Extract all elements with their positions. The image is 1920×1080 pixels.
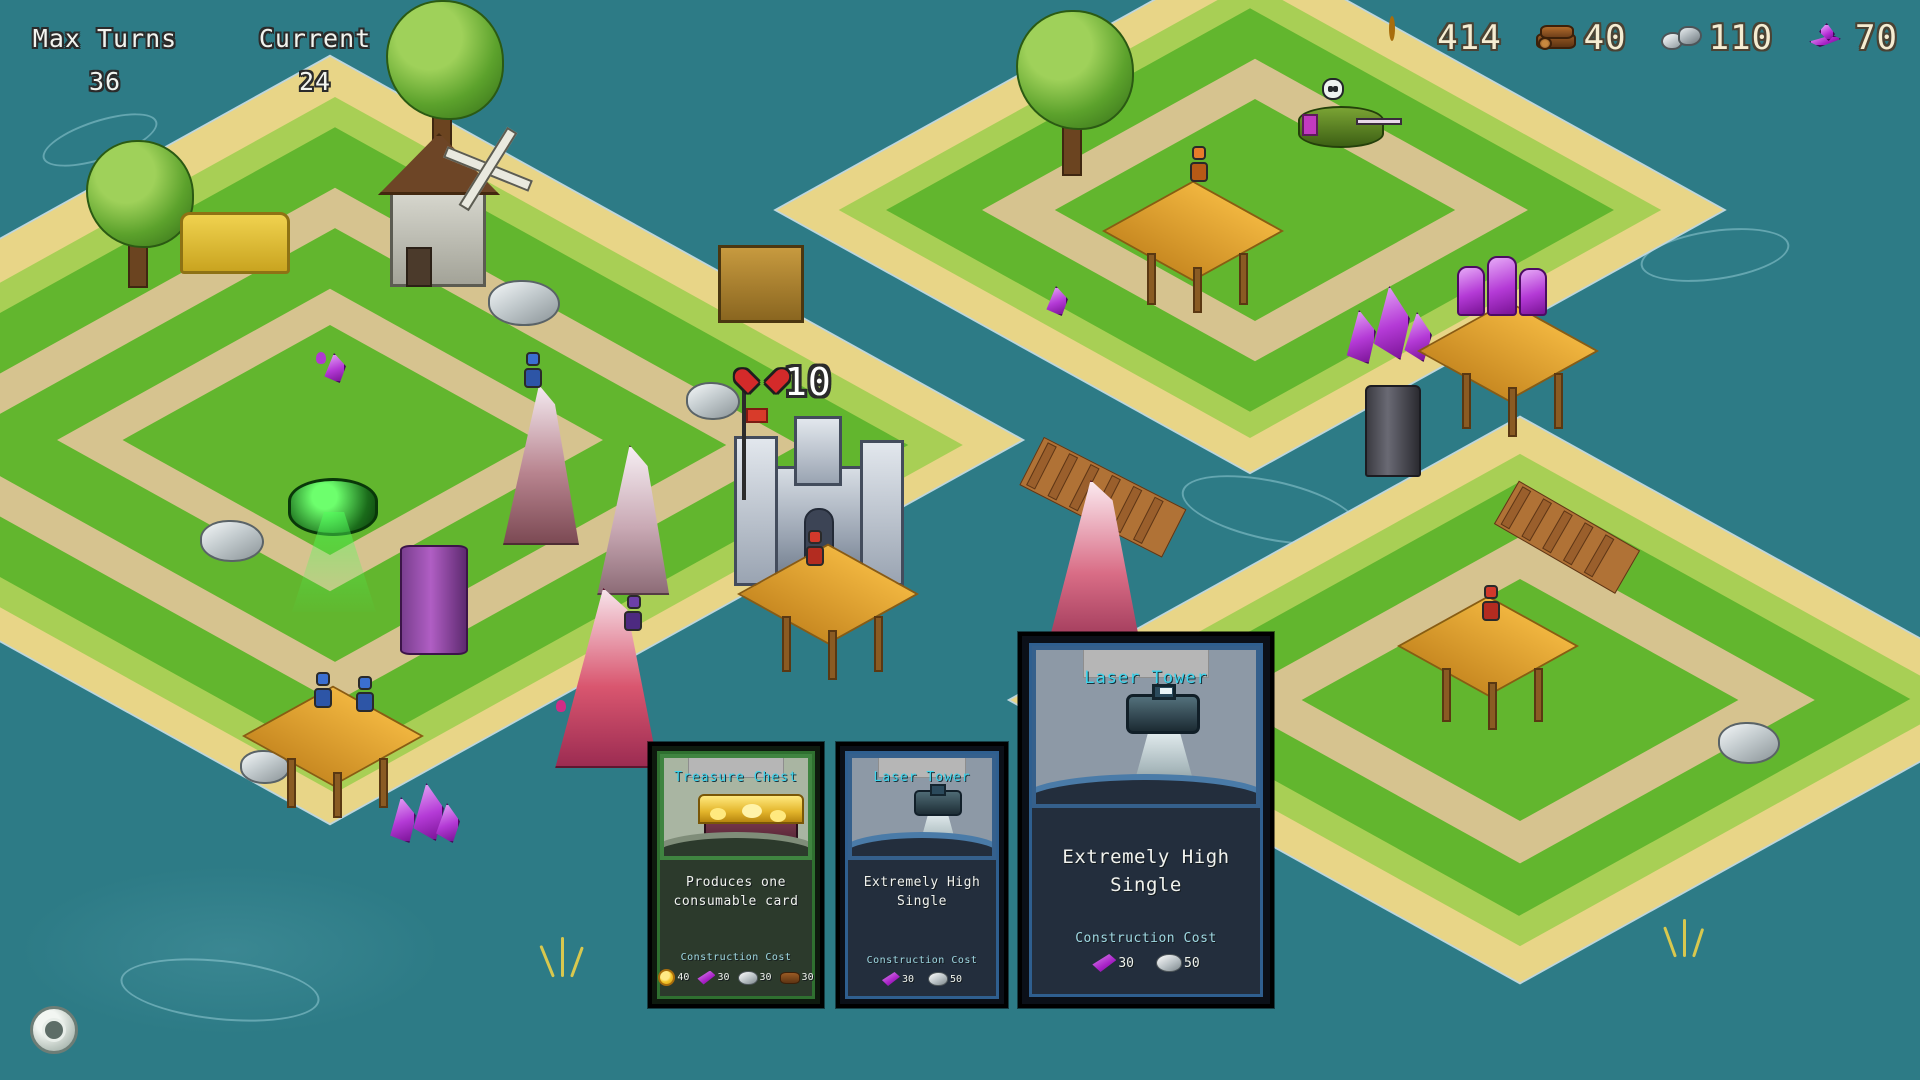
- castle-flag: [746, 408, 768, 423]
- crystal-deposit[interactable]: [1340, 280, 1436, 370]
- island-right-lower: [1010, 350, 1920, 1080]
- card-desc-line: Extremely High: [863, 875, 981, 890]
- player-unit-orange[interactable]: [1186, 146, 1216, 190]
- max-turns-value: 36: [88, 67, 122, 96]
- settings-button[interactable]: [18, 994, 90, 1066]
- skull-tank-unit[interactable]: [1290, 78, 1402, 154]
- cost-value: 30: [717, 972, 730, 983]
- flower: [316, 352, 326, 364]
- market-stall[interactable]: [242, 680, 424, 818]
- rock: [200, 520, 264, 562]
- resource-crystal-value: 70: [1855, 18, 1898, 58]
- grass-tuft: [1663, 915, 1705, 958]
- max-turns: Max Turns 36: [0, 24, 210, 96]
- player-unit-blue[interactable]: [520, 352, 550, 396]
- player-unit-red[interactable]: [1478, 585, 1508, 629]
- market-stall[interactable]: [1102, 175, 1284, 313]
- resource-wood: 40: [1535, 18, 1627, 58]
- card-cost-label: Construction Cost: [866, 955, 978, 966]
- market-stall[interactable]: [737, 538, 919, 680]
- resource-bar: 414 40 110 70: [1389, 16, 1898, 58]
- cost-gold: 40: [658, 969, 689, 986]
- card-treasure-chest[interactable]: Treasure Chest Produces one consumable c…: [648, 742, 824, 1008]
- current-turn-label: Current: [258, 24, 372, 53]
- card-desc-line: Produces one: [686, 875, 786, 890]
- windmill-building[interactable]: [360, 125, 533, 295]
- cost-value: 30: [1118, 955, 1134, 971]
- cost-value: 50: [950, 973, 963, 985]
- crystal-bundle[interactable]: [1455, 250, 1555, 322]
- gold-coin-icon: [1389, 16, 1431, 57]
- cost-value: 30: [801, 972, 814, 983]
- crystal-small: [318, 345, 352, 383]
- turn-counter-hud: Max Turns 36 Current 24: [0, 24, 420, 96]
- card-cost-label: Construction Cost: [680, 952, 792, 963]
- crystal-small: [1040, 278, 1074, 316]
- castle-flagpole: [742, 380, 746, 500]
- cost-value: 30: [759, 972, 772, 983]
- skull-icon: [1322, 78, 1344, 100]
- cost-wood: 30: [779, 971, 814, 984]
- crystal-icon: [1807, 19, 1849, 57]
- card-cost-row: 40 30 30 30: [658, 969, 814, 986]
- current-turn: Current 24: [210, 24, 420, 96]
- cost-value: 40: [677, 972, 690, 983]
- purple-barrel[interactable]: [400, 545, 468, 655]
- player-unit-blue[interactable]: [352, 676, 382, 720]
- flower: [556, 700, 566, 712]
- cost-crystal: 30: [1092, 954, 1134, 972]
- current-turn-value: 24: [298, 67, 332, 96]
- resource-stone: 110: [1660, 18, 1774, 58]
- rock: [488, 280, 560, 326]
- cost-crystal: 30: [881, 972, 914, 986]
- card-desc-line: consumable card: [673, 893, 799, 909]
- card-laser-tower[interactable]: Laser Tower Extremely High Single Constr…: [836, 742, 1008, 1008]
- cost-crystal: 30: [697, 970, 730, 985]
- resource-wood-value: 40: [1583, 18, 1627, 58]
- castle-hp-value: 10: [784, 360, 832, 404]
- card-laser-tower-selected[interactable]: Laser Tower Extremely High Single Constr…: [1018, 632, 1274, 1008]
- card-cost-row: 30 50: [881, 972, 962, 986]
- stone-icon: [1660, 19, 1703, 57]
- stone-pillar[interactable]: [1365, 385, 1421, 477]
- rock: [1718, 722, 1780, 764]
- resource-gold-value: 414: [1437, 18, 1502, 58]
- cost-value: 50: [1184, 955, 1200, 971]
- max-turns-label: Max Turns: [32, 24, 178, 53]
- cost-stone: 50: [928, 972, 962, 986]
- wood-log-icon: [1535, 19, 1578, 57]
- resource-stone-value: 110: [1708, 18, 1774, 58]
- cost-value: 30: [901, 973, 914, 985]
- card-title: Laser Tower: [1084, 668, 1208, 688]
- cost-stone: 50: [1156, 954, 1200, 972]
- grass-tuft: [539, 935, 584, 978]
- card-desc-line: Single: [1110, 873, 1182, 896]
- card-title: Treasure Chest: [674, 770, 798, 785]
- card-desc-line: Extremely High: [1062, 846, 1230, 868]
- haystack: [180, 212, 290, 274]
- card-title: Laser Tower: [873, 770, 971, 785]
- castle-hp-badge: 10: [748, 360, 832, 404]
- resource-crystal: 70: [1807, 18, 1898, 58]
- supply-crate[interactable]: [718, 245, 804, 323]
- game-viewport: 10 Max Turns 36 Current 24 414 40 110 70…: [0, 0, 1920, 1080]
- resource-gold: 414: [1389, 16, 1502, 58]
- cost-stone: 30: [737, 970, 772, 985]
- tree: [1010, 10, 1140, 180]
- player-unit-purple[interactable]: [620, 595, 652, 643]
- card-cost-row: 30 50: [1092, 954, 1200, 972]
- rock: [686, 382, 740, 420]
- card-cost-label: Construction Cost: [1075, 931, 1217, 946]
- heart-icon: [748, 369, 776, 395]
- card-desc-line: Single: [897, 893, 947, 909]
- player-unit-red[interactable]: [802, 530, 832, 574]
- player-unit-blue[interactable]: [310, 672, 340, 716]
